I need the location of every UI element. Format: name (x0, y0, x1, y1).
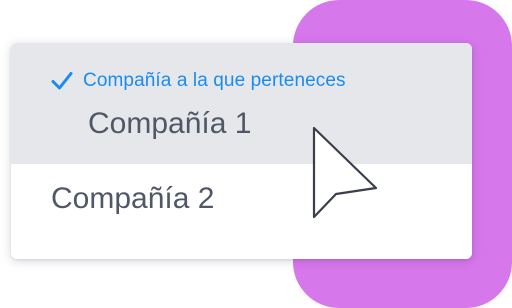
illustration: Compañía a la que perteneces Compañía 1 … (0, 0, 512, 308)
mouse-pointer-icon (312, 126, 378, 219)
group-label-row: Compañía a la que perteneces (51, 70, 346, 92)
dropdown-option-selected[interactable]: Compañía a la que perteneces Compañía 1 (11, 43, 472, 164)
company-dropdown-menu: Compañía a la que perteneces Compañía 1 … (11, 43, 472, 259)
dropdown-option-company-2[interactable]: Compañía 2 (11, 164, 472, 259)
group-label: Compañía a la que perteneces (83, 70, 346, 91)
check-icon (51, 72, 73, 90)
option-label-company-1: Compañía 1 (88, 107, 252, 140)
option-label-company-2: Compañía 2 (51, 182, 215, 215)
